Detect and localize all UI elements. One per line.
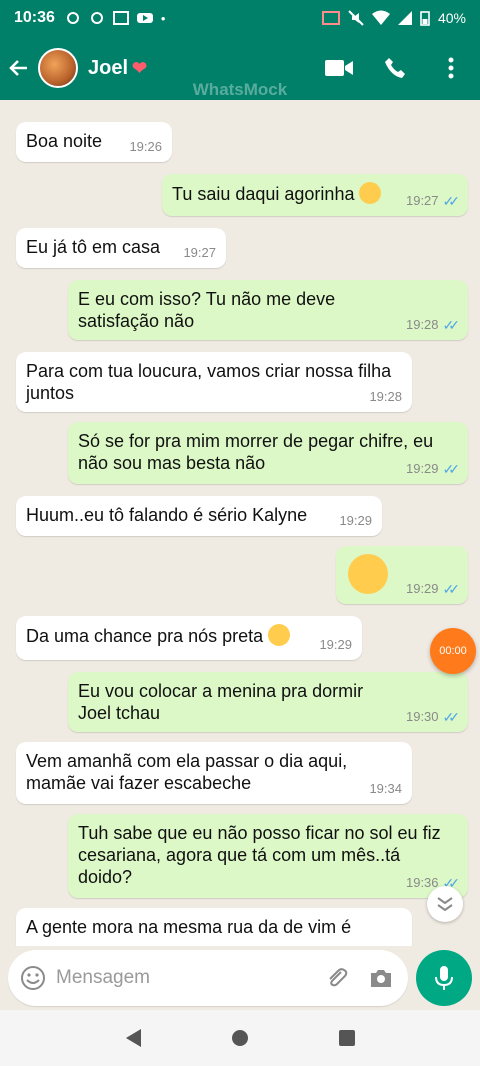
menu-button[interactable] (436, 53, 466, 83)
message-text: Tu saiu daqui agorinha (172, 184, 355, 204)
message-time: 19:34 (369, 781, 402, 796)
message-time: 19:29 (339, 513, 372, 528)
contact-name[interactable]: Joel ❤ (88, 57, 147, 80)
heart-icon: ❤ (132, 57, 148, 78)
message-time: 19:30 (405, 709, 439, 724)
message-bubble[interactable]: Tuh sabe que eu não posso ficar no sol e… (68, 814, 468, 898)
message-text: Vem amanhã com ela passar o dia aqui, ma… (26, 751, 348, 793)
message-time: 19:29 (405, 461, 439, 476)
message-bubble[interactable]: Da uma chance pra nós preta 19:29 (16, 616, 362, 660)
message-bubble[interactable]: Eu vou colocar a menina pra dormir Joel … (68, 672, 468, 732)
message-bubble[interactable]: Só se for pra mim morrer de pegar chifre… (68, 422, 468, 484)
message-bubble[interactable]: Vem amanhã com ela passar o dia aqui, ma… (16, 742, 412, 804)
voice-call-button[interactable] (380, 53, 410, 83)
mute-icon (348, 10, 364, 26)
message-time: 19:27 (183, 245, 216, 260)
video-camera-icon (325, 60, 353, 76)
microphone-icon (435, 966, 453, 990)
camera-icon (371, 970, 391, 987)
message-bubble[interactable]: 19:29 ✓✓ (336, 546, 468, 604)
camera-button[interactable] (366, 963, 396, 993)
scroll-to-bottom-button[interactable] (427, 886, 463, 922)
message-bubble[interactable]: Eu já tô em casa 19:27 (16, 228, 226, 268)
voice-message-button[interactable] (416, 950, 472, 1006)
app-notification-icon (112, 11, 129, 25)
read-ticks-icon: ✓✓ (442, 709, 461, 725)
message-list[interactable]: Boa noite 19:26 Tu saiu daqui agorinha 1… (0, 100, 480, 946)
notification-icon (66, 12, 79, 24)
message-text: A gente mora na mesma rua da de vim é (26, 917, 352, 937)
battery-icon (420, 11, 430, 26)
more-notifications-dot: • (160, 10, 166, 26)
message-bubble[interactable]: E eu com isso? Tu não me deve satisfação… (68, 280, 468, 340)
notification-icon (90, 12, 103, 24)
video-call-button[interactable] (324, 53, 354, 83)
read-ticks-icon: ✓✓ (442, 461, 461, 477)
composer: Mensagem (0, 946, 480, 1010)
signal-icon (397, 11, 412, 25)
nav-home-icon[interactable] (231, 1029, 249, 1047)
double-chevron-down-icon (437, 897, 453, 911)
message-bubble[interactable]: Tu saiu daqui agorinha 19:27 ✓✓ (162, 174, 468, 216)
message-text: Tuh sabe que eu não posso ficar no sol e… (78, 823, 441, 887)
emoji-icon[interactable] (20, 965, 46, 991)
battery-percent: 40% (437, 10, 466, 26)
message-time: 19:29 (405, 581, 439, 596)
read-ticks-icon: ✓✓ (442, 581, 461, 597)
message-text: Eu vou colocar a menina pra dormir Joel … (78, 681, 364, 723)
message-text: E eu com isso? Tu não me deve satisfação… (78, 289, 336, 331)
message-text: Boa noite (26, 131, 103, 151)
message-text: Só se for pra mim morrer de pegar chifre… (78, 431, 434, 473)
message-input[interactable]: Mensagem (8, 950, 408, 1006)
cast-icon (321, 11, 340, 25)
message-time: 19:29 (319, 637, 352, 652)
message-text: Para com tua loucura, vamos criar nossa … (26, 361, 392, 403)
status-bar: 10:36 • 40% (0, 0, 480, 36)
nav-recents-icon[interactable] (338, 1029, 356, 1047)
read-ticks-icon: ✓✓ (442, 193, 461, 209)
watermark: WhatsMock (192, 80, 288, 99)
message-time: 19:27 (405, 193, 439, 208)
pensive-face-emoji (268, 624, 291, 646)
chat-header: Joel ❤ WhatsMock (0, 36, 480, 100)
paperclip-icon (329, 968, 348, 987)
message-bubble[interactable]: Huum..eu tô falando é sério Kalyne 19:29 (16, 496, 382, 536)
phone-icon (385, 58, 405, 78)
more-vertical-icon (448, 57, 454, 79)
youtube-icon (136, 13, 153, 23)
status-time: 10:36 (14, 9, 55, 26)
smirking-face-emoji (348, 554, 388, 594)
message-text: Huum..eu tô falando é sério Kalyne (26, 505, 308, 525)
message-text: Eu já tô em casa (26, 237, 161, 257)
message-input-placeholder: Mensagem (56, 967, 150, 988)
message-bubble[interactable]: A gente mora na mesma rua da de vim é (16, 908, 412, 946)
notification-icons: • (65, 10, 166, 26)
attach-button[interactable] (322, 963, 352, 993)
read-ticks-icon: ✓✓ (442, 317, 461, 333)
contact-name-label: Joel (88, 56, 129, 79)
message-time: 19:28 (369, 389, 402, 404)
wifi-icon (371, 10, 390, 25)
nav-back-icon[interactable] (124, 1028, 142, 1048)
message-time: 19:26 (129, 139, 162, 154)
system-nav-bar (0, 1010, 480, 1066)
message-time: 19:28 (405, 317, 439, 332)
message-text: Da uma chance pra nós preta (26, 626, 264, 646)
message-bubble[interactable]: Boa noite 19:26 (16, 122, 172, 162)
arrow-left-icon (9, 60, 27, 76)
rolling-eyes-emoji (359, 182, 382, 204)
recording-timer[interactable]: 00:00 (430, 628, 476, 674)
message-bubble[interactable]: Para com tua loucura, vamos criar nossa … (16, 352, 412, 412)
